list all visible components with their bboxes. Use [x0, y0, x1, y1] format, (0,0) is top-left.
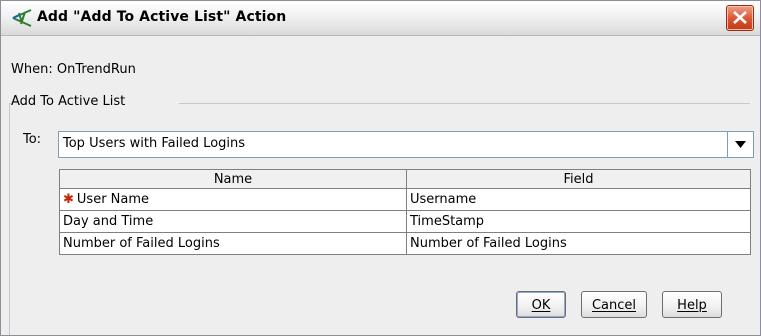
cancel-button-label: Cancel	[591, 298, 637, 313]
required-icon: ✱	[63, 192, 74, 207]
dialog-content: When: OnTrendRun Add To Active List To: …	[1, 36, 760, 335]
row-name: User Name	[76, 192, 150, 207]
when-label: When: OnTrendRun	[11, 62, 136, 77]
active-list-select-value: Top Users with Failed Logins	[63, 136, 246, 151]
dialog-title: Add "Add To Active List" Action	[37, 9, 287, 25]
help-button-label: Help	[677, 298, 707, 313]
close-icon	[733, 11, 747, 24]
group-divider	[179, 103, 750, 104]
table-header-row: Name Field	[59, 169, 751, 189]
dropdown-arrow-icon	[735, 141, 746, 148]
group-title: Add To Active List	[11, 94, 130, 109]
cancel-button[interactable]: Cancel	[581, 291, 647, 318]
ok-button-label: OK	[531, 298, 551, 313]
table-row[interactable]: Day and Time TimeStamp	[59, 210, 751, 233]
active-list-select[interactable]: Top Users with Failed Logins	[58, 131, 754, 158]
table-row[interactable]: Number of Failed Logins Number of Failed…	[59, 232, 751, 255]
title-bar[interactable]: Add "Add To Active List" Action	[1, 1, 760, 36]
group-border-left	[9, 103, 10, 335]
table-cell-name[interactable]: Number of Failed Logins	[59, 232, 407, 255]
to-label: To:	[23, 132, 42, 147]
table-cell-field[interactable]: Username	[406, 188, 751, 211]
column-header-name[interactable]: Name	[59, 169, 407, 189]
column-header-field[interactable]: Field	[406, 169, 751, 189]
ok-button[interactable]: OK	[516, 291, 566, 318]
dialog-window: Add "Add To Active List" Action When: On…	[0, 0, 761, 336]
table-row[interactable]: ✱ User Name Username	[59, 188, 751, 211]
table-cell-field[interactable]: TimeStamp	[406, 210, 751, 233]
close-button[interactable]	[726, 5, 754, 31]
field-mapping-table: Name Field ✱ User Name Username Day and T…	[59, 169, 751, 255]
active-list-dropdown-button[interactable]	[727, 132, 753, 157]
help-button[interactable]: Help	[662, 291, 722, 318]
table-cell-name[interactable]: ✱ User Name	[59, 188, 407, 211]
table-cell-field[interactable]: Number of Failed Logins	[406, 232, 751, 255]
trend-action-icon	[12, 9, 32, 27]
table-cell-name[interactable]: Day and Time	[59, 210, 407, 233]
